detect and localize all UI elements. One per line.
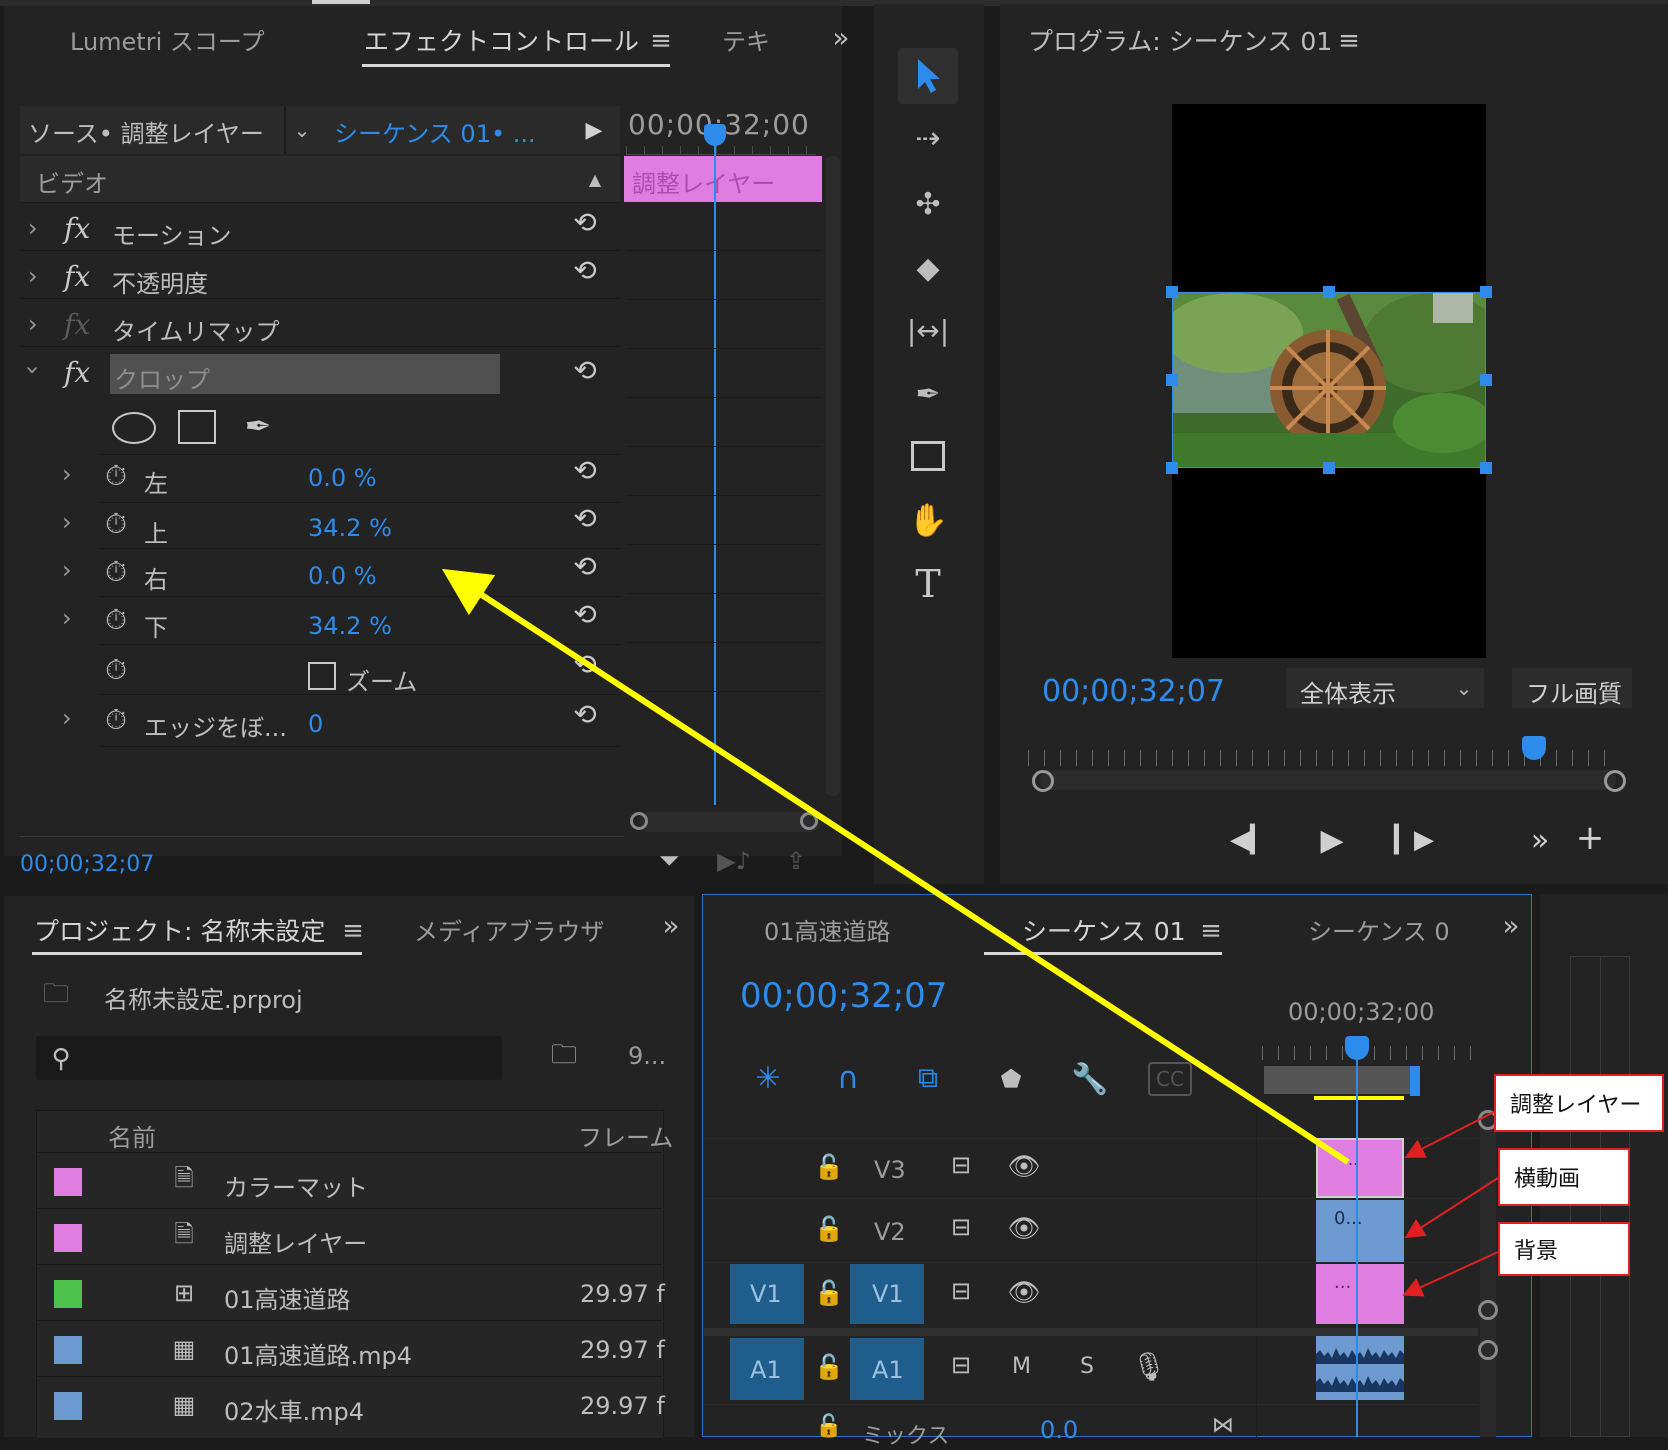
- yellow-arrow: [441, 568, 1350, 1165]
- red-arrow-background: [1402, 1251, 1499, 1297]
- red-arrow-horizontal: [1404, 1177, 1499, 1239]
- red-arrow-adjustment: [1404, 1111, 1495, 1158]
- annotation-arrows: [441, 568, 1499, 1297]
